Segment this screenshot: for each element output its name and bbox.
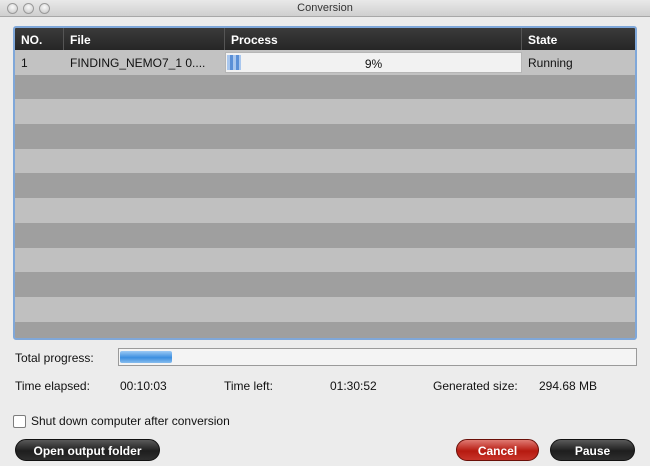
total-progress-fill [120,351,172,363]
column-header-file[interactable]: File [64,28,225,50]
total-progress-bar [118,348,637,366]
empty-table-row [15,124,635,149]
row-state: Running [528,56,573,70]
time-elapsed-value: 00:10:03 [120,379,167,393]
column-header-process[interactable]: Process [225,28,522,50]
total-progress-label: Total progress: [15,351,94,365]
title-bar: Conversion [0,0,650,17]
empty-table-row [15,321,635,338]
empty-table-row [15,272,635,297]
row-file-name: FINDING_NEMO7_1 0.... [70,56,206,70]
row-progress-label: 9% [364,57,383,71]
shutdown-checkbox[interactable] [13,414,26,428]
total-progress: Total progress: [15,348,637,368]
column-header-no[interactable]: NO. [15,28,64,50]
table-row[interactable]: 1 FINDING_NEMO7_1 0.... 9% Running [15,50,635,75]
row-process-cell: 9% [225,50,522,75]
empty-table-row [15,296,635,322]
shutdown-option[interactable]: Shut down computer after conversion [13,414,230,428]
empty-table-row [15,173,635,199]
empty-table-row [15,198,635,223]
conversion-table[interactable]: NO. File Process State 1 FINDING_NEMO7_1… [13,26,637,340]
conversion-window: Conversion NO. File Process State 1 FIND… [0,0,650,466]
window-title: Conversion [297,2,353,14]
empty-table-row [15,74,635,100]
generated-size-value: 294.68 MB [539,379,598,393]
time-elapsed-label: Time elapsed: [15,379,90,393]
pause-button[interactable]: Pause [550,439,635,461]
time-left-label: Time left: [224,379,273,393]
column-header-state[interactable]: State [522,28,635,50]
empty-table-row [15,99,635,125]
empty-table-row [15,222,635,248]
row-progress-bar: 9% [225,52,522,73]
time-left-value: 01:30:52 [330,379,377,393]
empty-table-row [15,148,635,174]
row-number: 1 [21,56,28,70]
open-output-folder-button[interactable]: Open output folder [15,439,160,461]
generated-size-label: Generated size: [433,379,518,393]
empty-table-row [15,247,635,273]
cancel-button[interactable]: Cancel [456,439,539,461]
table-header: NO. File Process State [15,28,635,50]
shutdown-label[interactable]: Shut down computer after conversion [31,414,230,428]
